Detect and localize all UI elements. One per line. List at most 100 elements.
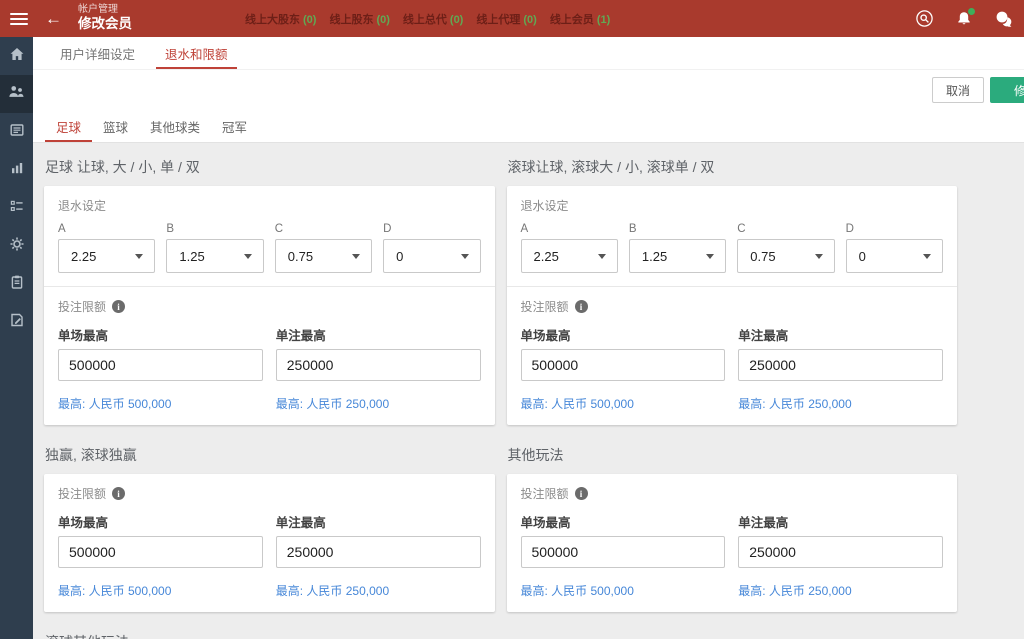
select-value: 0.75 [276,249,313,264]
limits-block: 投注限额 i 单场最高 最高: 人民币 500,000 单注最高 最高: 人民币… [44,287,495,425]
chevron-down-icon [923,254,931,259]
rebate-option: B 1.25 [166,223,263,273]
sidebar-item-news[interactable] [0,113,33,151]
rebate-option-label: A [521,223,618,235]
settings-section: 独赢, 滚球独赢 投注限额 i 单场最高 最高: 人民币 500,000 单注最… [44,443,495,612]
main: 用户详细设定退水和限额 取消 修改 足球篮球其他球类冠军 足球 让球, 大 / … [33,37,1024,639]
rebate-block: 退水设定 A 2.25 B 1.25 [507,186,958,287]
search-icon[interactable] [914,9,934,29]
toolbar: 取消 修改 [33,70,1024,110]
sport-tab[interactable]: 冠军 [211,110,258,142]
tab-active[interactable]: 退水和限额 [150,37,243,69]
rebate-option: D 0 [846,223,943,273]
bell-icon[interactable] [954,9,974,29]
limit-field-label: 单注最高 [738,512,943,531]
limit-input[interactable] [521,536,726,568]
rebate-select[interactable]: 0.75 [737,239,834,273]
sidebar-item-users[interactable] [0,75,33,113]
rebate-select[interactable]: 2.25 [58,239,155,273]
back-arrow-icon[interactable]: ← [45,10,62,27]
limit-field: 单注最高 最高: 人民币 250,000 [738,512,943,599]
modify-button[interactable]: 修改 [990,77,1024,103]
section-card: 投注限额 i 单场最高 最高: 人民币 500,000 单注最高 最高: 人民币… [44,474,495,612]
rebate-option: C 0.75 [737,223,834,273]
online-stat[interactable]: 线上总代(0) [403,11,463,27]
sidebar-item-clipboard[interactable] [0,265,33,303]
limit-input[interactable] [58,349,263,381]
stat-count: (0) [376,14,389,26]
section-card: 退水设定 A 2.25 B 1.25 [44,186,495,425]
rebate-select[interactable]: 2.25 [521,239,618,273]
title-block: 帐户管理 修改会员 [78,4,132,32]
limit-input[interactable] [521,349,726,381]
tab-inactive[interactable]: 用户详细设定 [45,37,150,69]
limit-fields: 单场最高 最高: 人民币 500,000 单注最高 最高: 人民币 250,00… [58,325,481,412]
select-value: 0 [847,249,866,264]
rebate-option-label: B [166,223,263,235]
online-stat[interactable]: 线上大股东(0) [245,11,316,27]
rebate-label: 退水设定 [521,197,944,214]
limit-field: 单注最高 最高: 人民币 250,000 [738,325,943,412]
rebate-select[interactable]: 0 [383,239,480,273]
limit-input[interactable] [276,349,481,381]
limits-head: 投注限额 i [521,485,944,502]
limit-field-label: 单场最高 [58,325,263,344]
sidebar-item-note[interactable] [0,303,33,341]
limit-input[interactable] [276,536,481,568]
stat-label: 线上股东 [329,14,373,26]
rebate-options: A 2.25 B 1.25 C 0 [521,223,944,273]
chevron-down-icon [135,254,143,259]
rebate-block: 退水设定 A 2.25 B 1.25 [44,186,495,287]
page-title: 修改会员 [78,16,132,32]
stat-count: (0) [523,14,536,26]
sidebar-item-home[interactable] [0,37,33,75]
limit-field: 单场最高 最高: 人民币 500,000 [521,325,726,412]
limit-input[interactable] [738,536,943,568]
rebate-select[interactable]: 1.25 [629,239,726,273]
online-stat[interactable]: 线上代理(0) [476,11,536,27]
chat-icon[interactable] [994,9,1014,29]
section-title: 其他玩法 [508,445,958,465]
rebate-select[interactable]: 0.75 [275,239,372,273]
info-icon[interactable]: i [112,300,125,313]
sport-tab[interactable]: 篮球 [92,110,139,142]
menu-icon[interactable] [10,13,28,25]
info-icon[interactable]: i [112,487,125,500]
home-icon [9,46,25,67]
sport-tab[interactable]: 其他球类 [139,110,211,142]
limit-helper: 最高: 人民币 500,000 [58,395,263,412]
limit-input[interactable] [738,349,943,381]
limit-input[interactable] [58,536,263,568]
sport-tabs: 足球篮球其他球类冠军 [33,110,1024,143]
online-stat[interactable]: 线上股东(0) [329,11,389,27]
section-title: 独赢, 滚球独赢 [45,445,495,465]
rebate-option: D 0 [383,223,480,273]
limit-fields: 单场最高 最高: 人民币 500,000 单注最高 最高: 人民币 250,00… [521,325,944,412]
rebate-select[interactable]: 1.25 [166,239,263,273]
sidebar-item-ballot[interactable] [0,189,33,227]
stat-count: (0) [450,14,463,26]
online-stat[interactable]: 线上会员(1) [550,11,610,27]
limit-field: 单注最高 最高: 人民币 250,000 [276,512,481,599]
select-value: 0 [384,249,403,264]
info-icon[interactable]: i [575,300,588,313]
sport-tab[interactable]: 足球 [45,110,92,142]
limit-helper: 最高: 人民币 250,000 [276,395,481,412]
sidebar-item-bar-chart[interactable] [0,151,33,189]
stat-label: 线上大股东 [245,14,300,26]
limit-field-label: 单场最高 [58,512,263,531]
cancel-button[interactable]: 取消 [932,77,984,103]
rebate-select[interactable]: 0 [846,239,943,273]
limit-field-label: 单场最高 [521,325,726,344]
limits-block: 投注限额 i 单场最高 最高: 人民币 500,000 单注最高 最高: 人民币… [507,287,958,425]
gear-icon [9,236,25,257]
chevron-down-icon [461,254,469,259]
chevron-down-icon [244,254,252,259]
info-icon[interactable]: i [575,487,588,500]
limit-field: 单注最高 最高: 人民币 250,000 [276,325,481,412]
section-card: 投注限额 i 单场最高 最高: 人民币 500,000 单注最高 最高: 人民币… [507,474,958,612]
sidebar-item-gear[interactable] [0,227,33,265]
limits-label: 投注限额 [58,298,106,315]
limit-helper: 最高: 人民币 500,000 [521,395,726,412]
stat-label: 线上总代 [403,14,447,26]
